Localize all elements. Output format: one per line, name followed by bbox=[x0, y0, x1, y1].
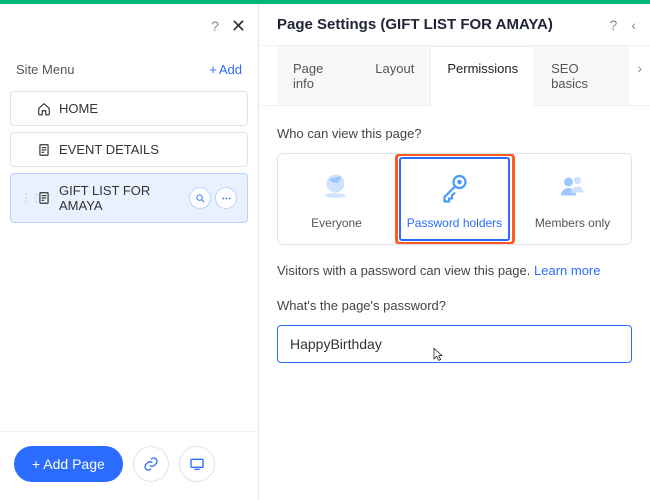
option-label: Everyone bbox=[311, 216, 362, 230]
page-title: Page Settings (GIFT LIST FOR AMAYA) bbox=[277, 16, 553, 33]
learn-more-link[interactable]: Learn more bbox=[534, 263, 600, 278]
option-members-only[interactable]: Members only bbox=[514, 154, 631, 244]
close-icon[interactable]: ✕ bbox=[231, 16, 246, 37]
sidebar: ? ✕ Site Menu + Add ⋮⋮ HOME ⋮⋮ bbox=[0, 4, 259, 500]
page-icon bbox=[37, 143, 51, 157]
help-icon[interactable]: ? bbox=[211, 18, 219, 34]
globe-icon bbox=[319, 170, 355, 206]
add-page-button[interactable]: + Add Page bbox=[14, 446, 123, 482]
back-icon[interactable]: ‹ bbox=[631, 17, 636, 33]
sidebar-item-label: EVENT DETAILS bbox=[59, 142, 237, 157]
password-input[interactable] bbox=[277, 325, 632, 363]
menu-list: ⋮⋮ HOME ⋮⋮ EVENT DETAILS ⋮⋮ GIFT LIST FO… bbox=[0, 87, 258, 233]
option-label: Members only bbox=[535, 216, 610, 230]
option-label: Password holders bbox=[407, 216, 502, 230]
who-can-view-label: Who can view this page? bbox=[277, 126, 632, 141]
home-icon bbox=[37, 102, 51, 116]
page-icon bbox=[37, 191, 51, 205]
password-label: What's the page's password? bbox=[277, 298, 632, 313]
tab-layout[interactable]: Layout bbox=[359, 46, 430, 105]
add-menu-item-button[interactable]: + Add bbox=[209, 62, 242, 77]
option-everyone[interactable]: Everyone bbox=[278, 154, 396, 244]
drag-handle-icon[interactable]: ⋮⋮ bbox=[21, 193, 29, 204]
sidebar-item-home[interactable]: ⋮⋮ HOME bbox=[10, 91, 248, 126]
desktop-icon[interactable] bbox=[179, 446, 215, 482]
sidebar-item-label: GIFT LIST FOR AMAYA bbox=[59, 183, 181, 213]
tab-permissions[interactable]: Permissions bbox=[430, 46, 535, 106]
tab-bar: Page info Layout Permissions SEO basics … bbox=[259, 46, 650, 106]
sidebar-item-label: HOME bbox=[59, 101, 237, 116]
helper-text-prefix: Visitors with a password can view this p… bbox=[277, 263, 534, 278]
search-icon[interactable] bbox=[189, 187, 211, 209]
sidebar-item-event-details[interactable]: ⋮⋮ EVENT DETAILS bbox=[10, 132, 248, 167]
helper-text: Visitors with a password can view this p… bbox=[277, 263, 632, 278]
key-icon bbox=[437, 170, 473, 206]
option-password-holders[interactable]: Password holders bbox=[396, 154, 514, 244]
more-tabs-icon[interactable]: › bbox=[629, 46, 650, 105]
help-icon[interactable]: ? bbox=[610, 17, 618, 33]
settings-panel: Page Settings (GIFT LIST FOR AMAYA) ? ‹ … bbox=[259, 4, 650, 500]
tab-seo[interactable]: SEO basics bbox=[535, 46, 629, 105]
permission-options: Everyone Password holders Members only bbox=[277, 153, 632, 245]
tab-page-info[interactable]: Page info bbox=[277, 46, 359, 105]
link-icon[interactable] bbox=[133, 446, 169, 482]
members-icon bbox=[555, 170, 591, 206]
add-label: Add bbox=[219, 62, 242, 77]
plus-icon: + bbox=[209, 62, 217, 77]
sidebar-title: Site Menu bbox=[16, 62, 75, 77]
more-options-icon[interactable] bbox=[215, 187, 237, 209]
sidebar-item-gift-list[interactable]: ⋮⋮ GIFT LIST FOR AMAYA bbox=[10, 173, 248, 223]
